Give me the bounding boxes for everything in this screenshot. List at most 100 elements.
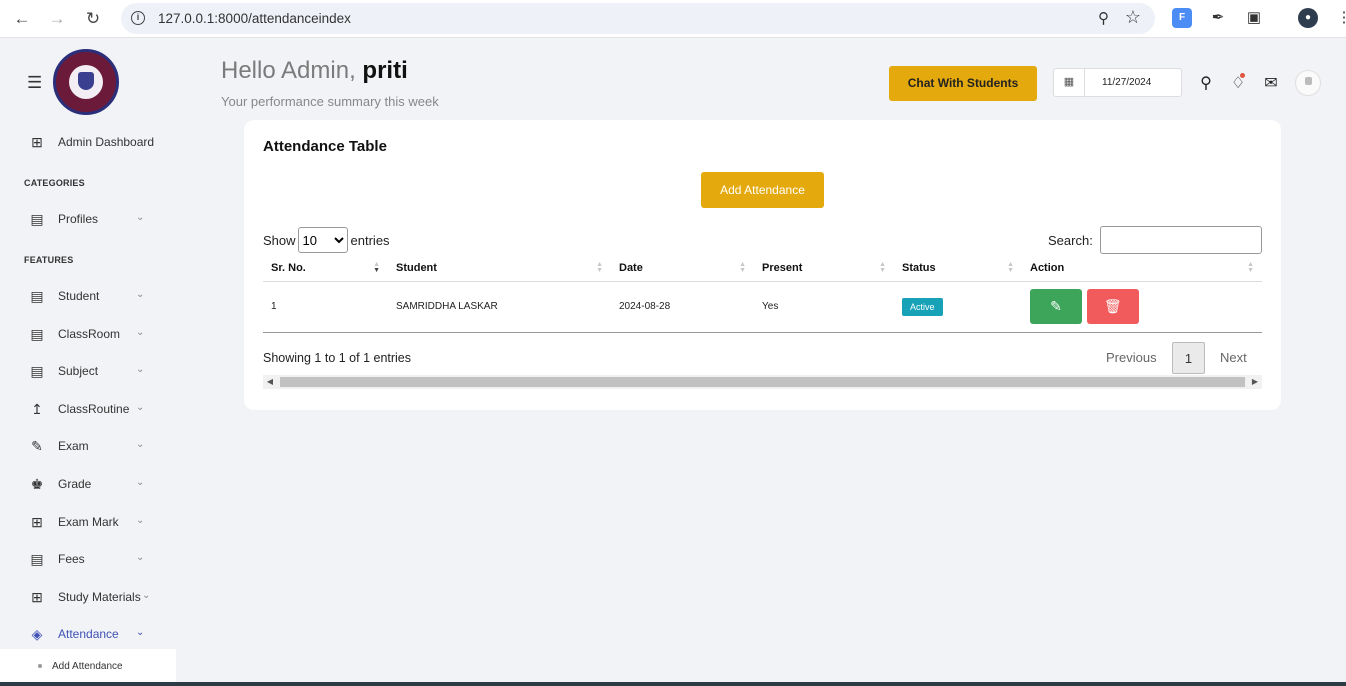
edit-icon: ✎ [1050, 298, 1062, 314]
date-picker[interactable]: ▦ 11/27/2024 [1053, 68, 1182, 97]
cell-action: ✎ 🗑︎ [1022, 281, 1262, 333]
user-name: priti [362, 57, 408, 84]
hamburger-menu-icon[interactable]: ☰ [27, 73, 42, 93]
sidebar-item-study-materials[interactable]: ⊞ Study Materials ⌄ [28, 588, 150, 606]
mail-icon[interactable]: ✉ [1261, 74, 1281, 94]
add-attendance-button[interactable]: Add Attendance [701, 172, 824, 208]
categories-heading: CATEGORIES [24, 178, 85, 188]
page-size-control: Show 10 entries [263, 227, 390, 253]
sidebar-item-admin-dashboard[interactable]: ⊞ Admin Dashboard [28, 133, 154, 151]
previous-page-button[interactable]: Previous [1106, 342, 1157, 374]
features-heading: FEATURES [24, 255, 74, 265]
sort-icon: ▲ ▼ [879, 261, 886, 274]
extensions-puzzle-icon[interactable]: ▣ [1244, 8, 1264, 28]
notification-dot [1240, 73, 1245, 78]
submenu-add-attendance[interactable]: Add Attendance [0, 649, 176, 685]
scroll-left-icon[interactable]: ◀ [263, 375, 277, 389]
table-row: 1 SAMRIDDHA LASKAR 2024-08-28 Yes Active… [263, 281, 1262, 333]
address-bar[interactable]: i 127.0.0.1:8000/attendanceindex ⚲ ☆ [121, 3, 1155, 34]
sidebar-item-attendance[interactable]: ◈ Attendance ⌄ [28, 625, 145, 643]
column-header-sr-no[interactable]: Sr. No. ▲ ▼ [263, 256, 388, 282]
trophy-icon: ♚ [30, 475, 44, 492]
reload-icon[interactable]: ↻ [83, 9, 103, 29]
chevron-down-icon: ⌄ [142, 590, 151, 601]
site-info-icon[interactable]: i [131, 11, 145, 25]
submenu-item-label: Add Attendance [52, 661, 123, 672]
chevron-down-icon: ⌄ [136, 289, 145, 300]
list-box-icon: ▤ [30, 362, 44, 379]
taskbar-edge [0, 682, 1346, 686]
back-icon[interactable]: ← [12, 9, 32, 29]
extension-icon[interactable]: F [1172, 8, 1192, 28]
chevron-down-icon: ⌄ [136, 327, 145, 338]
cell-student: SAMRIDDHA LASKAR [388, 281, 611, 333]
date-value: 11/27/2024 [1102, 77, 1152, 88]
sidebar-item-classroom[interactable]: ▤ ClassRoom ⌄ [28, 325, 144, 343]
horizontal-scrollbar[interactable]: ◀ ▶ [263, 375, 1262, 389]
sidebar-item-label: Fees [58, 552, 85, 566]
sidebar-item-student[interactable]: ▤ Student ⌄ [28, 287, 144, 305]
chevron-down-icon: ⌄ [136, 477, 145, 488]
search-input[interactable] [1100, 226, 1262, 254]
sidebar-item-grade[interactable]: ♚ Grade ⌄ [28, 475, 145, 493]
scrollbar-thumb[interactable] [280, 377, 1245, 387]
sidebar: ☰ ⊞ Admin Dashboard CATEGORIES ▤ Profile… [0, 39, 176, 686]
layout-icon: ▤ [30, 325, 44, 342]
avatar[interactable] [1295, 70, 1321, 96]
page-size-select[interactable]: 10 [297, 227, 348, 253]
greeting-prefix: Hello Admin, [221, 57, 363, 84]
browser-profile-avatar[interactable]: ● [1298, 8, 1318, 28]
attendance-card: Attendance Table Add Attendance Show 10 … [244, 120, 1281, 410]
trash-icon: 🗑︎ [1103, 298, 1122, 314]
sidebar-item-fees[interactable]: ▤ Fees ⌄ [28, 550, 144, 568]
sort-icon: ▲ ▼ [596, 261, 603, 274]
url-text: 127.0.0.1:8000/attendanceindex [158, 11, 351, 26]
status-badge: Active [902, 297, 943, 316]
bell-icon[interactable]: ♢ [1228, 74, 1248, 94]
delete-button[interactable]: 🗑︎ [1086, 289, 1139, 324]
sidebar-item-label: Profiles [58, 212, 99, 226]
forward-icon[interactable]: → [47, 9, 67, 29]
sidebar-item-label: Exam Mark [58, 515, 119, 529]
current-page-button[interactable]: 1 [1172, 342, 1205, 374]
chat-with-students-button[interactable]: Chat With Students [889, 66, 1037, 101]
school-logo [53, 49, 119, 115]
column-header-status[interactable]: Status ▲ ▼ [894, 256, 1022, 282]
sort-icon: ▲ ▼ [1247, 261, 1254, 274]
sidebar-item-label: Exam [58, 439, 89, 453]
search-icon[interactable]: ⚲ [1196, 74, 1216, 94]
table-icon: ⊞ [31, 513, 43, 530]
sidebar-item-label: ClassRoutine [58, 402, 130, 416]
cell-date: 2024-08-28 [611, 281, 754, 333]
browser-menu-icon[interactable]: ⋮ [1334, 8, 1346, 28]
show-label: Show [263, 232, 296, 248]
chevron-down-icon: ⌄ [136, 402, 145, 413]
sidebar-item-label: ClassRoom [58, 327, 121, 341]
sidebar-item-subject[interactable]: ▤ Subject ⌄ [28, 362, 144, 380]
column-header-student[interactable]: Student ▲ ▼ [388, 256, 611, 282]
page-subtitle: Your performance summary this week [221, 94, 439, 109]
column-header-date[interactable]: Date ▲ ▼ [611, 256, 754, 282]
chevron-down-icon: ⌄ [136, 364, 145, 375]
sidebar-item-profiles[interactable]: ▤ Profiles ⌄ [28, 210, 144, 228]
calendar-icon[interactable]: ▦ [1054, 69, 1085, 96]
layout-icon: ▤ [30, 550, 44, 567]
eyedropper-icon[interactable]: ✒ [1208, 8, 1228, 28]
table-icon: ⊞ [31, 588, 43, 605]
chevron-down-icon: ⌄ [136, 627, 145, 638]
scroll-right-icon[interactable]: ▶ [1248, 375, 1262, 389]
zoom-icon[interactable]: ⚲ [1098, 9, 1109, 27]
cell-sr: 1 [263, 281, 388, 333]
bookmark-star-icon[interactable]: ☆ [1125, 7, 1141, 28]
sidebar-item-exam-mark[interactable]: ⊞ Exam Mark ⌄ [28, 513, 144, 531]
sidebar-item-classroutine[interactable]: ↥ ClassRoutine ⌄ [28, 400, 144, 418]
chevron-down-icon: ⌄ [136, 552, 145, 563]
column-header-present[interactable]: Present ▲ ▼ [754, 256, 894, 282]
next-page-button[interactable]: Next [1220, 342, 1247, 374]
sidebar-item-exam[interactable]: ✎ Exam ⌄ [28, 437, 144, 455]
layout-icon: ▤ [30, 210, 44, 227]
bullet-icon [38, 664, 42, 668]
edit-button[interactable]: ✎ [1030, 289, 1082, 324]
sidebar-item-label: Attendance [58, 627, 119, 641]
column-header-action[interactable]: Action ▲ ▼ [1022, 256, 1262, 282]
